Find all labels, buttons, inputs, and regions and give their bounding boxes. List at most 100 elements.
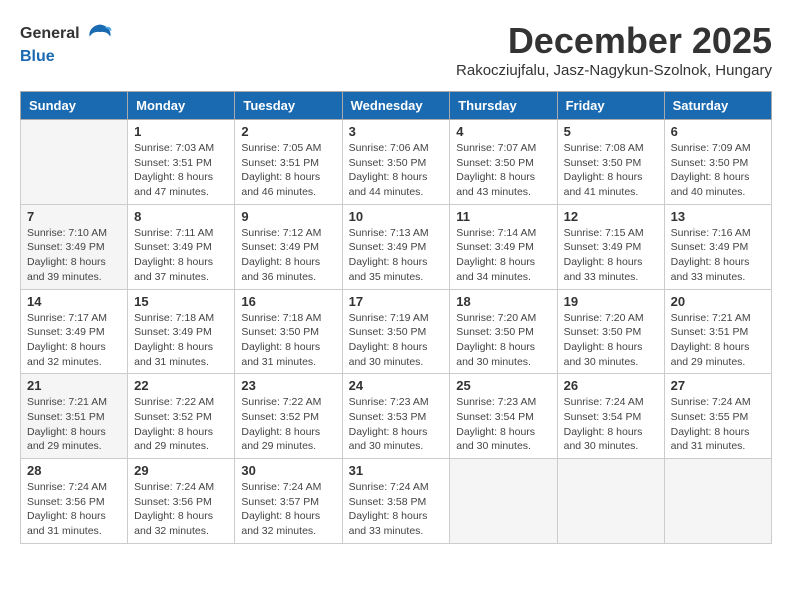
logo-blue: Blue <box>20 48 114 66</box>
calendar-cell: 22Sunrise: 7:22 AM Sunset: 3:52 PM Dayli… <box>128 374 235 459</box>
day-number: 12 <box>564 209 658 224</box>
calendar-cell: 18 Sunrise: 7:20 AM Sunset: 3:50 PM Dayli… <box>450 289 557 374</box>
calendar-cell: 20 Sunrise: 7:21 AM Sunset: 3:51 PM Dayli… <box>664 289 771 374</box>
day-number: 6 <box>671 124 765 139</box>
calendar-cell: 17Sunrise: 7:19 AM Sunset: 3:50 PM Dayli… <box>342 289 450 374</box>
calendar-cell: 9 Sunrise: 7:12 AM Sunset: 3:49 PM Daylig… <box>235 204 342 289</box>
day-info: Sunrise: 7:23 AM Sunset: 3:54 PM Dayligh… <box>456 395 550 454</box>
calendar-cell: 28 Sunrise: 7:24 AM Sunset: 3:56 PM Dayli… <box>21 459 128 544</box>
calendar-cell: 10 Sunrise: 7:13 AM Sunset: 3:49 PM Dayli… <box>342 204 450 289</box>
day-info: Sunrise: 7:24 AM Sunset: 3:56 PM Dayligh… <box>134 480 228 539</box>
day-info: Sunrise: 7:19 AM Sunset: 3:50 PM Dayligh… <box>349 311 444 370</box>
calendar-title: December 2025 <box>456 20 772 62</box>
day-number: 26 <box>564 378 658 393</box>
header-sunday: Sunday <box>21 92 128 120</box>
calendar-header-row: SundayMondayTuesdayWednesdayThursdayFrid… <box>21 92 772 120</box>
header-monday: Monday <box>128 92 235 120</box>
logo-general: General <box>20 20 114 48</box>
calendar-cell: 29Sunrise: 7:24 AM Sunset: 3:56 PM Dayli… <box>128 459 235 544</box>
calendar-cell <box>664 459 771 544</box>
day-info: Sunrise: 7:24 AM Sunset: 3:57 PM Dayligh… <box>241 480 335 539</box>
day-number: 18 <box>456 294 550 309</box>
title-block: December 2025 Rakocziujfalu, Jasz-Nagyku… <box>456 20 772 87</box>
day-info: Sunrise: 7:22 AM Sunset: 3:52 PM Dayligh… <box>241 395 335 454</box>
calendar-cell: 7Sunrise: 7:10 AM Sunset: 3:49 PM Daylig… <box>21 204 128 289</box>
day-number: 28 <box>27 463 121 478</box>
day-info: Sunrise: 7:11 AM Sunset: 3:49 PM Dayligh… <box>134 226 228 285</box>
day-number: 3 <box>349 124 444 139</box>
week-row-4: 21 Sunrise: 7:21 AM Sunset: 3:51 PM Dayli… <box>21 374 772 459</box>
day-number: 2 <box>241 124 335 139</box>
day-info: Sunrise: 7:22 AM Sunset: 3:52 PM Dayligh… <box>134 395 228 454</box>
day-number: 4 <box>456 124 550 139</box>
logo-bird-icon <box>86 20 114 48</box>
calendar-cell: 2 Sunrise: 7:05 AM Sunset: 3:51 PM Daylig… <box>235 120 342 205</box>
day-number: 8 <box>134 209 228 224</box>
page-header: General Blue December 2025 Rakocziujfalu… <box>20 20 772 87</box>
calendar-cell <box>21 120 128 205</box>
header-tuesday: Tuesday <box>235 92 342 120</box>
header-wednesday: Wednesday <box>342 92 450 120</box>
day-number: 15 <box>134 294 228 309</box>
calendar-cell: 30 Sunrise: 7:24 AM Sunset: 3:57 PM Dayli… <box>235 459 342 544</box>
day-number: 31 <box>349 463 444 478</box>
calendar-cell: 4Sunrise: 7:07 AM Sunset: 3:50 PM Daylig… <box>450 120 557 205</box>
day-info: Sunrise: 7:17 AM Sunset: 3:49 PM Dayligh… <box>27 311 121 370</box>
day-info: Sunrise: 7:13 AM Sunset: 3:49 PM Dayligh… <box>349 226 444 285</box>
day-info: Sunrise: 7:14 AM Sunset: 3:49 PM Dayligh… <box>456 226 550 285</box>
day-number: 24 <box>349 378 444 393</box>
day-number: 11 <box>456 209 550 224</box>
calendar-cell: 1 Sunrise: 7:03 AM Sunset: 3:51 PM Daylig… <box>128 120 235 205</box>
day-number: 30 <box>241 463 335 478</box>
day-info: Sunrise: 7:20 AM Sunset: 3:50 PM Dayligh… <box>456 311 550 370</box>
calendar-cell: 3 Sunrise: 7:06 AM Sunset: 3:50 PM Daylig… <box>342 120 450 205</box>
day-number: 25 <box>456 378 550 393</box>
calendar-cell: 5 Sunrise: 7:08 AM Sunset: 3:50 PM Daylig… <box>557 120 664 205</box>
week-row-3: 14Sunrise: 7:17 AM Sunset: 3:49 PM Dayli… <box>21 289 772 374</box>
day-info: Sunrise: 7:18 AM Sunset: 3:50 PM Dayligh… <box>241 311 335 370</box>
day-number: 10 <box>349 209 444 224</box>
calendar-cell: 16 Sunrise: 7:18 AM Sunset: 3:50 PM Dayli… <box>235 289 342 374</box>
day-info: Sunrise: 7:12 AM Sunset: 3:49 PM Dayligh… <box>241 226 335 285</box>
calendar-cell: 21 Sunrise: 7:21 AM Sunset: 3:51 PM Dayli… <box>21 374 128 459</box>
day-info: Sunrise: 7:16 AM Sunset: 3:49 PM Dayligh… <box>671 226 765 285</box>
day-info: Sunrise: 7:09 AM Sunset: 3:50 PM Dayligh… <box>671 141 765 200</box>
day-number: 1 <box>134 124 228 139</box>
calendar-cell: 24Sunrise: 7:23 AM Sunset: 3:53 PM Dayli… <box>342 374 450 459</box>
calendar-cell: 27 Sunrise: 7:24 AM Sunset: 3:55 PM Dayli… <box>664 374 771 459</box>
day-info: Sunrise: 7:24 AM Sunset: 3:55 PM Dayligh… <box>671 395 765 454</box>
header-friday: Friday <box>557 92 664 120</box>
calendar-cell: 19Sunrise: 7:20 AM Sunset: 3:50 PM Dayli… <box>557 289 664 374</box>
day-info: Sunrise: 7:03 AM Sunset: 3:51 PM Dayligh… <box>134 141 228 200</box>
day-info: Sunrise: 7:24 AM Sunset: 3:58 PM Dayligh… <box>349 480 444 539</box>
day-info: Sunrise: 7:05 AM Sunset: 3:51 PM Dayligh… <box>241 141 335 200</box>
day-number: 5 <box>564 124 658 139</box>
calendar-subtitle: Rakocziujfalu, Jasz-Nagykun-Szolnok, Hun… <box>456 62 772 79</box>
day-number: 20 <box>671 294 765 309</box>
day-number: 21 <box>27 378 121 393</box>
calendar-cell: 31 Sunrise: 7:24 AM Sunset: 3:58 PM Dayli… <box>342 459 450 544</box>
day-info: Sunrise: 7:21 AM Sunset: 3:51 PM Dayligh… <box>671 311 765 370</box>
calendar-table: SundayMondayTuesdayWednesdayThursdayFrid… <box>20 91 772 544</box>
day-number: 9 <box>241 209 335 224</box>
day-info: Sunrise: 7:21 AM Sunset: 3:51 PM Dayligh… <box>27 395 121 454</box>
calendar-cell: 8 Sunrise: 7:11 AM Sunset: 3:49 PM Daylig… <box>128 204 235 289</box>
day-number: 7 <box>27 209 121 224</box>
calendar-cell <box>557 459 664 544</box>
day-info: Sunrise: 7:24 AM Sunset: 3:54 PM Dayligh… <box>564 395 658 454</box>
day-number: 23 <box>241 378 335 393</box>
day-info: Sunrise: 7:20 AM Sunset: 3:50 PM Dayligh… <box>564 311 658 370</box>
header-thursday: Thursday <box>450 92 557 120</box>
day-info: Sunrise: 7:24 AM Sunset: 3:56 PM Dayligh… <box>27 480 121 539</box>
day-info: Sunrise: 7:06 AM Sunset: 3:50 PM Dayligh… <box>349 141 444 200</box>
calendar-cell: 15Sunrise: 7:18 AM Sunset: 3:49 PM Dayli… <box>128 289 235 374</box>
calendar-cell: 12 Sunrise: 7:15 AM Sunset: 3:49 PM Dayli… <box>557 204 664 289</box>
day-number: 27 <box>671 378 765 393</box>
calendar-cell: 13Sunrise: 7:16 AM Sunset: 3:49 PM Dayli… <box>664 204 771 289</box>
day-number: 16 <box>241 294 335 309</box>
day-info: Sunrise: 7:15 AM Sunset: 3:49 PM Dayligh… <box>564 226 658 285</box>
day-info: Sunrise: 7:08 AM Sunset: 3:50 PM Dayligh… <box>564 141 658 200</box>
calendar-cell <box>450 459 557 544</box>
calendar-cell: 25 Sunrise: 7:23 AM Sunset: 3:54 PM Dayli… <box>450 374 557 459</box>
week-row-5: 28 Sunrise: 7:24 AM Sunset: 3:56 PM Dayli… <box>21 459 772 544</box>
